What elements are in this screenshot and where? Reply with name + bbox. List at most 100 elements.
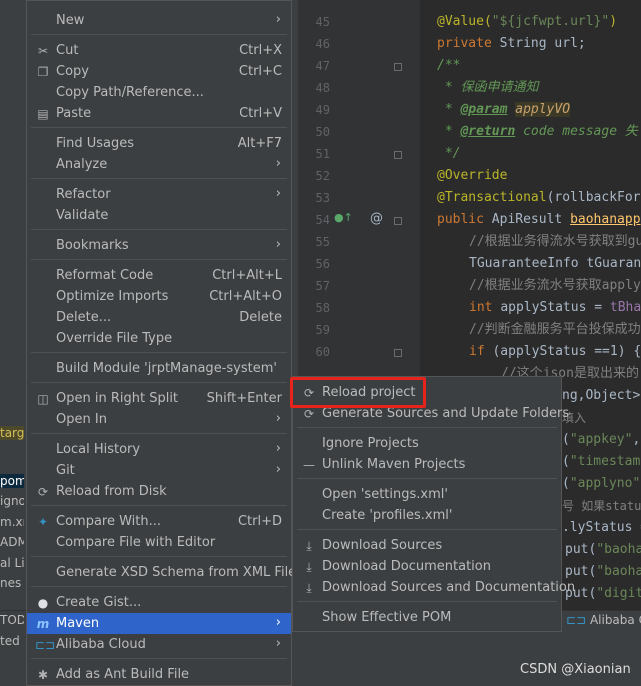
menu-separator [31, 658, 287, 659]
code-line: put("digit [565, 586, 641, 601]
submenu-item-show-effective-pom[interactable]: Show Effective POM [293, 607, 561, 628]
tree-item-readme[interactable]: ADM [0, 535, 24, 549]
menu-item-local-history[interactable]: Local History › [27, 439, 291, 460]
fold-marker[interactable] [394, 217, 402, 225]
tree-item-gitignore[interactable]: igno [0, 494, 24, 508]
annotation-gutter-icon[interactable]: @ [370, 211, 383, 226]
line-number: 51 [315, 147, 330, 161]
menu-item-reformat-code[interactable]: Reformat Code Ctrl+Alt+L [27, 265, 291, 286]
implementation-marker-icon[interactable]: ●↑ [334, 211, 353, 224]
line-number: 59 [315, 323, 330, 337]
menu-item-copy-path[interactable]: Copy Path/Reference... [27, 82, 291, 103]
menu-item-delete[interactable]: Delete... Delete [27, 307, 291, 328]
menu-item-generate-xsd[interactable]: Generate XSD Schema from XML File... [27, 562, 309, 583]
submenu-item-open-settings-xml[interactable]: Open 'settings.xml' [293, 484, 561, 505]
line-number: 47 [315, 59, 330, 73]
submenu-item-download-documentation[interactable]: ⤓ Download Documentation [293, 556, 561, 577]
submenu-item-unlink-maven-projects[interactable]: — Unlink Maven Projects [293, 454, 561, 475]
generate-sources-icon: ⟳ [303, 407, 315, 421]
menu-separator [31, 433, 287, 434]
line-number: 58 [315, 301, 330, 315]
download-icon: ⤓ [306, 560, 312, 574]
code-line: 号 如果statu [562, 499, 641, 513]
menu-item-find-usages[interactable]: Find Usages Alt+F7 [27, 133, 291, 154]
menu-item-validate[interactable]: Validate [27, 205, 291, 226]
menu-item-refactor[interactable]: Refactor › [27, 184, 291, 205]
submenu-item-create-profiles-xml[interactable]: Create 'profiles.xml' [293, 505, 561, 526]
watermark: CSDN @Xiaonian [520, 662, 631, 677]
code-line: @Override [437, 168, 508, 183]
menu-separator [297, 478, 557, 479]
copy-icon: ❐ [37, 65, 49, 79]
menu-item-build-module[interactable]: Build Module 'jrptManage-system' [27, 358, 291, 379]
tool-tab-todo[interactable]: TODO [0, 613, 24, 627]
reload-icon: ⟳ [37, 485, 49, 499]
tree-item-pom[interactable]: pom [0, 474, 24, 488]
code-line: put("baoha [565, 564, 641, 579]
menu-item-compare-file-with-editor[interactable]: Compare File with Editor [27, 532, 291, 553]
menu-item-maven[interactable]: m Maven › [27, 613, 291, 634]
line-number: 57 [315, 279, 330, 293]
chevron-right-icon: › [275, 462, 281, 477]
line-number: 46 [315, 37, 330, 51]
menu-item-add-as-ant-build-file[interactable]: ✱ Add as Ant Build File [27, 664, 291, 685]
menu-item-new[interactable]: New › [27, 10, 291, 31]
code-line: ("applyno", [562, 476, 641, 491]
ant-icon: ✱ [37, 668, 49, 682]
download-icon: ⤓ [306, 581, 312, 595]
menu-separator [31, 127, 287, 128]
chevron-right-icon: › [275, 156, 281, 171]
menu-item-alibaba-cloud[interactable]: ⊏⊐ Alibaba Cloud › [27, 634, 291, 655]
menu-item-copy[interactable]: ❐ Copy Ctrl+C [27, 61, 291, 82]
chevron-right-icon: › [275, 186, 281, 201]
code-line: * 保函申请通知 [437, 80, 539, 95]
fold-marker[interactable] [394, 349, 402, 357]
line-number: 45 [315, 15, 330, 29]
chevron-right-icon: › [275, 237, 281, 252]
menu-item-override-file-type[interactable]: Override File Type [27, 328, 291, 349]
menu-item-open-in[interactable]: Open In › [27, 409, 291, 430]
menu-separator [31, 556, 287, 557]
menu-item-git[interactable]: Git › [27, 460, 291, 481]
menu-item-open-in-right-split[interactable]: ◫ Open in Right Split Shift+Enter [27, 388, 291, 409]
chevron-right-icon: › [275, 441, 281, 456]
maven-icon: m [36, 617, 50, 631]
menu-item-bookmarks[interactable]: Bookmarks › [27, 235, 291, 256]
menu-item-compare-with[interactable]: ✦ Compare With... Ctrl+D [27, 511, 291, 532]
menu-item-create-gist[interactable]: ● Create Gist... [27, 592, 291, 613]
menu-separator [31, 229, 287, 230]
status-text: ted [0, 634, 20, 648]
code-line: ("timestamp [562, 454, 641, 469]
menu-item-cut[interactable]: ✂ Cut Ctrl+X [27, 40, 291, 61]
menu-item-reload-from-disk[interactable]: ⟳ Reload from Disk [27, 481, 291, 502]
menu-separator [297, 529, 557, 530]
menu-separator [31, 259, 287, 260]
menu-item-paste[interactable]: ▤ Paste Ctrl+V [27, 103, 291, 124]
menu-item-optimize-imports[interactable]: Optimize Imports Ctrl+Alt+O [27, 286, 291, 307]
tool-tab-alibaba-cloud[interactable]: ⊏⊐ Alibaba Clo [566, 613, 641, 627]
line-number: 53 [315, 191, 330, 205]
code-line: //判断金融服务平台投保成功 [469, 322, 641, 337]
chevron-right-icon: › [275, 636, 281, 651]
submenu-item-ignore-projects[interactable]: Ignore Projects [293, 433, 561, 454]
split-icon: ◫ [37, 392, 49, 406]
tree-item-target[interactable]: targ [0, 426, 24, 440]
tree-item-external-libraries[interactable]: al Li [0, 556, 24, 570]
compare-icon: ✦ [37, 515, 49, 529]
menu-item-analyze[interactable]: Analyze › [27, 154, 291, 175]
code-line: ("appkey",t [562, 432, 641, 447]
code-line: //根据业务流水号获取apply [469, 278, 641, 293]
download-icon: ⤓ [306, 539, 312, 553]
menu-separator [31, 505, 287, 506]
tree-item-xml[interactable]: m.xn [0, 515, 24, 529]
submenu-item-download-sources-and-documentation[interactable]: ⤓ Download Sources and Documentation [293, 577, 575, 598]
line-number: 48 [315, 81, 330, 95]
fold-marker[interactable] [394, 63, 402, 71]
tree-item-scratches[interactable]: nes [0, 576, 24, 590]
submenu-item-download-sources[interactable]: ⤓ Download Sources [293, 535, 561, 556]
code-line: int applyStatus = tBha [469, 300, 641, 315]
fold-marker[interactable] [394, 151, 402, 159]
line-number: 52 [315, 169, 330, 183]
menu-separator [297, 427, 557, 428]
alibaba-cloud-icon: ⊏⊐ [566, 613, 587, 627]
